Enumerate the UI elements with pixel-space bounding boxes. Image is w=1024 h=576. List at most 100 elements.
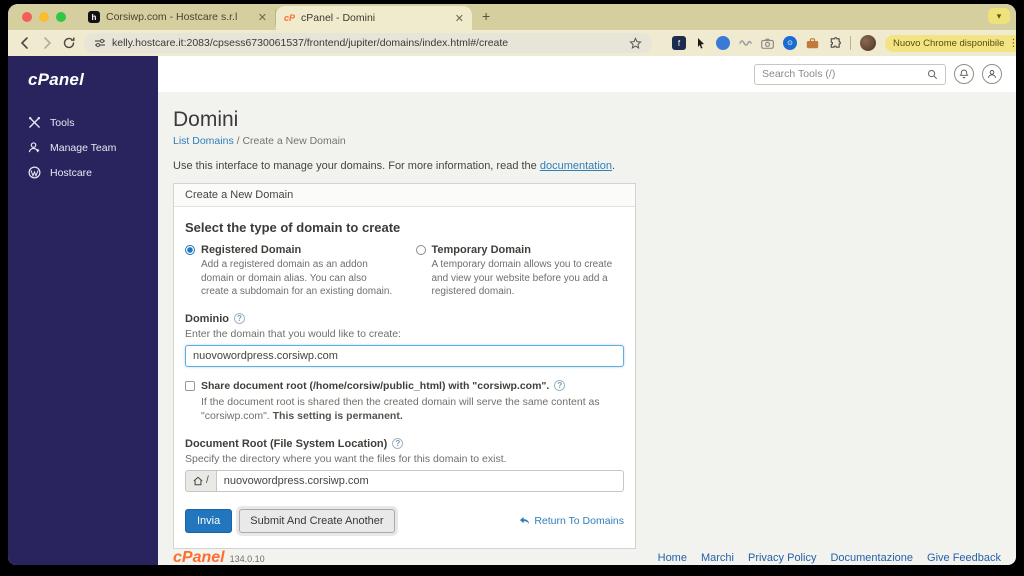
chrome-update-button[interactable]: Nuovo Chrome disponibile ⋮ [885, 34, 1016, 52]
tab-corsiwp[interactable]: h Corsiwp.com - Hostcare s.r.l ✕ [80, 9, 276, 25]
close-tab-icon[interactable]: ✕ [258, 11, 267, 24]
app-header: Search Tools (/) [158, 56, 1016, 92]
domain-label-text: Dominio [185, 312, 229, 325]
submit-button[interactable]: Invia [185, 508, 233, 533]
sidebar-item-tools[interactable]: Tools [8, 110, 158, 135]
tab-strip: h Corsiwp.com - Hostcare s.r.l ✕ cP cPan… [8, 4, 1016, 30]
window-controls[interactable] [22, 12, 66, 22]
docroot-prefix: / [185, 469, 216, 492]
close-tab-icon[interactable]: ✕ [455, 12, 464, 25]
onepassword-extension-icon[interactable]: ⊙ [783, 36, 797, 50]
main-area: Search Tools (/) Domini List Domains / C… [158, 56, 1016, 565]
tools-icon [29, 117, 40, 128]
page-title: Domini [173, 108, 239, 131]
minimize-window-button[interactable] [39, 12, 49, 22]
back-icon[interactable] [18, 36, 32, 50]
url-text[interactable]: kelly.hostcare.it:2083/cpsess6730061537/… [112, 37, 623, 49]
cpanel-favicon: cP [284, 13, 296, 23]
briefcase-extension-icon[interactable] [806, 37, 819, 49]
help-icon[interactable]: ? [554, 380, 566, 391]
toolbar-separator [850, 36, 851, 50]
reload-icon[interactable] [62, 36, 76, 50]
bell-icon [959, 69, 969, 79]
new-tab-button[interactable]: + [482, 8, 490, 24]
docroot-label-text: Document Root (File System Location) [185, 437, 388, 450]
search-icon [927, 69, 938, 79]
site-settings-icon[interactable] [94, 37, 106, 49]
panel-body: Select the type of domain to create Regi… [174, 207, 635, 548]
radio-label: Registered Domain [201, 244, 302, 256]
hostcare-favicon: h [88, 11, 100, 23]
sidebar-item-label: Tools [50, 116, 75, 129]
radio-label: Temporary Domain [431, 244, 531, 256]
help-icon[interactable]: ? [392, 438, 404, 450]
domain-input[interactable] [185, 344, 624, 367]
cpanel-footer-logo: cPanel [173, 548, 225, 565]
registered-domain-option[interactable]: Registered Domain Add a registered domai… [185, 244, 394, 299]
footer-links: Home Marchi Privacy Policy Documentazion… [658, 552, 1001, 564]
manage-team-icon [28, 142, 40, 153]
blue-extension-icon[interactable] [716, 36, 730, 50]
account-button[interactable] [982, 64, 1002, 84]
footer-link-privacy-policy[interactable]: Privacy Policy [748, 552, 816, 564]
search-tools-input[interactable]: Search Tools (/) [754, 63, 946, 85]
documentation-link[interactable]: documentation [540, 160, 612, 172]
footer-link-give-feedback[interactable]: Give Feedback [927, 552, 1001, 564]
tab-title: Corsiwp.com - Hostcare s.r.l [106, 11, 238, 23]
radio-description: A temporary domain allows you to create … [431, 259, 613, 297]
create-domain-panel: Create a New Domain Select the type of d… [173, 183, 636, 549]
share-docroot-label: Share document root (/home/corsiw/public… [201, 379, 566, 392]
share-docroot-label-text: Share document root (/home/corsiw/public… [201, 379, 550, 392]
forward-icon[interactable] [40, 36, 54, 50]
footer-link-marchi[interactable]: Marchi [701, 552, 734, 564]
chrome-update-label: Nuovo Chrome disponibile [893, 37, 1005, 49]
help-icon[interactable]: ? [234, 313, 245, 324]
notifications-button[interactable] [954, 64, 974, 84]
tab-search-button[interactable]: ▾ [988, 8, 1010, 24]
breadcrumb-list-domains[interactable]: List Domains [173, 135, 234, 147]
breadcrumb: List Domains / Create a New Domain [173, 135, 1016, 147]
page-footer: cPanel 134.0.10 Home Marchi Privacy Poli… [158, 549, 1016, 565]
return-link-label: Return To Domains [534, 514, 624, 527]
breadcrumb-current: Create a New Domain [242, 135, 346, 147]
temporary-domain-radio[interactable] [415, 245, 426, 255]
cpanel-logo: cPanel [28, 70, 85, 89]
share-docroot-row[interactable]: Share document root (/home/corsiw/public… [185, 380, 624, 392]
return-to-domains-link[interactable]: Return To Domains [519, 515, 624, 527]
footer-link-documentazione[interactable]: Documentazione [830, 552, 913, 564]
sidebar-item-hostcare[interactable]: Hostcare [8, 160, 158, 185]
profile-avatar[interactable] [860, 35, 876, 51]
domain-type-section-title: Select the type of domain to create [185, 220, 401, 235]
browser-toolbar: kelly.hostcare.it:2083/cpsess6730061537/… [8, 30, 1016, 56]
url-bar[interactable]: kelly.hostcare.it:2083/cpsess6730061537/… [84, 33, 652, 53]
wordpress-icon [28, 166, 41, 179]
camera-extension-icon[interactable] [761, 38, 774, 49]
extensions-puzzle-icon[interactable] [828, 36, 841, 50]
sidebar-nav: Tools Manage Team Hostcare [8, 110, 158, 185]
share-docroot-checkbox[interactable] [185, 380, 195, 391]
maximize-window-button[interactable] [56, 12, 66, 22]
sidebar-item-label: Manage Team [50, 141, 117, 154]
extension-icons: f ⊙ Nuovo Chrome disponibile ⋮ [672, 34, 1016, 52]
docroot-input[interactable] [215, 469, 624, 492]
sidebar-item-manage-team[interactable]: Manage Team [8, 135, 158, 160]
wave-extension-icon[interactable] [739, 38, 752, 48]
return-arrow-icon [520, 516, 530, 525]
cursor-extension-icon[interactable] [695, 37, 707, 49]
sidebar: cPanel Tools Manage Team Hostcare [8, 56, 158, 565]
footer-logo: cPanel 134.0.10 [173, 549, 265, 565]
page-content: Domini List Domains / Create a New Domai… [158, 92, 1016, 549]
submit-and-create-another-button[interactable]: Submit And Create Another [239, 508, 395, 533]
temporary-domain-option[interactable]: Temporary Domain A temporary domain allo… [415, 244, 625, 299]
share-docroot-desc-bold: This setting is permanent. [272, 410, 403, 423]
tab-cpanel-active[interactable]: cP cPanel - Domini ✕ [276, 6, 472, 30]
bookmark-star-icon[interactable] [629, 36, 642, 50]
user-icon [988, 70, 996, 78]
radio-description: Add a registered domain as an addon doma… [201, 259, 393, 297]
registered-domain-radio[interactable] [185, 245, 195, 255]
menu-dots-icon[interactable]: ⋮ [1008, 38, 1016, 49]
docroot-input-group: / [185, 469, 624, 492]
f-extension-icon[interactable]: f [672, 36, 686, 50]
close-window-button[interactable] [22, 12, 32, 22]
footer-link-home[interactable]: Home [658, 552, 687, 564]
